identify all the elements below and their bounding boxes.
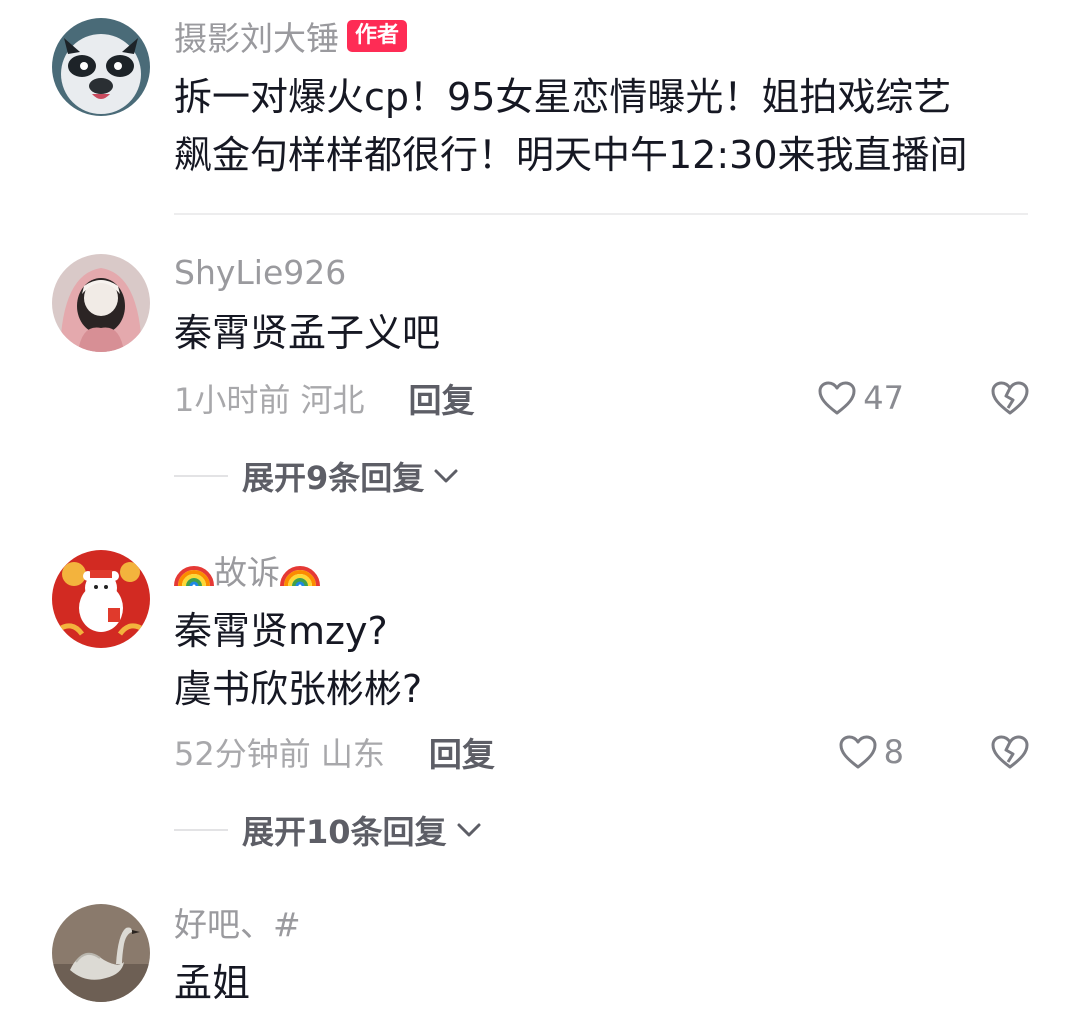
expand-line — [174, 475, 228, 477]
time-location: 52分钟前 山东 — [174, 735, 385, 773]
comment-text: 秦霄贤孟子义吧 — [174, 311, 441, 355]
broken-heart-icon[interactable] — [990, 380, 1030, 416]
like-count: 8 — [883, 733, 904, 771]
comment-text: 秦霄贤mzy? — [174, 609, 388, 653]
cartoon-bear-avatar-icon[interactable] — [52, 550, 150, 648]
chevron-down-icon — [457, 823, 481, 837]
expand-replies-label: 展开9条回复 — [242, 459, 425, 497]
comment-text: 拆一对爆火cp！95女星恋情曝光！姐拍戏综艺 — [174, 75, 952, 119]
time-location: 1小时前 河北 — [174, 381, 365, 419]
chevron-down-icon — [434, 469, 458, 483]
username[interactable]: ShyLie926 — [174, 253, 346, 292]
comment-meta: 52分钟前 山东 回复 8 — [174, 730, 1030, 774]
username-row: 故诉 — [174, 550, 320, 592]
comment-text: 飙金句样样都很行！明天中午12:30来我直播间 — [174, 133, 968, 177]
comment-text: 虞书欣张彬彬? — [174, 667, 423, 711]
heart-icon — [839, 735, 877, 769]
like-button[interactable]: 47 — [817, 379, 904, 417]
panda-avatar-icon[interactable] — [52, 18, 150, 116]
expand-replies[interactable]: 展开9条回复 — [174, 454, 460, 498]
comment-text: 孟姐 — [174, 961, 251, 1005]
heart-icon — [818, 381, 856, 415]
username[interactable]: 故诉 — [214, 546, 280, 594]
like-button[interactable]: 8 — [838, 733, 904, 771]
hooded-girl-avatar-icon[interactable] — [52, 254, 150, 352]
broken-heart-icon[interactable] — [990, 734, 1030, 770]
expand-replies-label: 展开10条回复 — [242, 813, 447, 851]
username-row: 摄影刘大锤 作者 — [174, 16, 408, 58]
username-row: ShyLie926 — [174, 252, 346, 292]
rainbow-icon — [174, 566, 214, 587]
username[interactable]: 好吧、# — [174, 898, 301, 946]
reply-button[interactable]: 回复 — [429, 728, 495, 776]
username[interactable]: 摄影刘大锤 — [174, 12, 339, 60]
like-count: 47 — [863, 379, 904, 417]
reply-button[interactable]: 回复 — [409, 374, 475, 422]
username-row: 好吧、# — [174, 902, 301, 944]
comment-meta: 1小时前 河北 回复 47 — [174, 376, 1030, 420]
swan-avatar-icon[interactable] — [52, 904, 150, 1002]
expand-replies[interactable]: 展开10条回复 — [174, 808, 483, 852]
author-badge: 作者 — [347, 20, 408, 52]
divider — [174, 213, 1028, 215]
rainbow-icon — [280, 566, 320, 587]
expand-line — [174, 829, 228, 831]
